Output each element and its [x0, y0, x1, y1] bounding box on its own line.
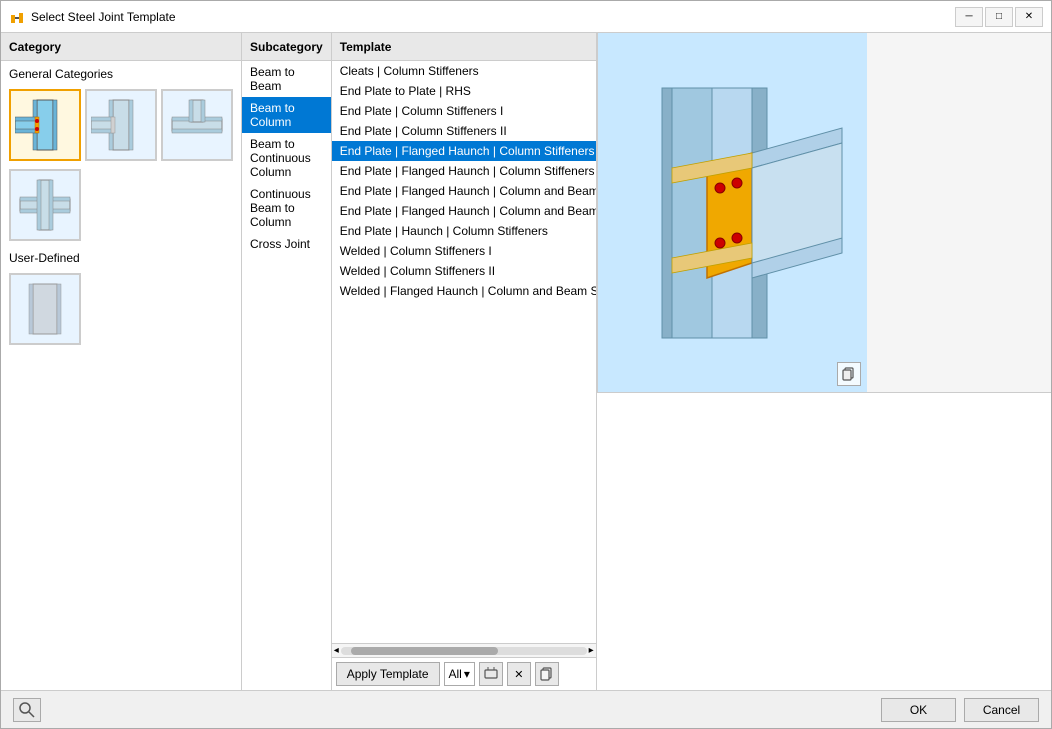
cancel-button[interactable]: Cancel	[964, 698, 1039, 722]
category-icons-row1	[1, 85, 241, 165]
template-actions: Apply Template All ▾ ✕	[332, 657, 596, 690]
category-header: Category	[1, 33, 241, 61]
right-stack: X Y Z	[597, 33, 1051, 690]
action-icon-copy[interactable]	[535, 662, 559, 686]
subcategory-item-cross-joint[interactable]: Cross Joint	[242, 233, 331, 255]
template-item-3[interactable]: End Plate | Column Stiffeners I	[332, 101, 596, 121]
preview-actions	[837, 362, 861, 386]
main-content: Category General Categories	[1, 33, 1051, 690]
subcategory-item-beam-to-column[interactable]: Beam to Column	[242, 97, 331, 133]
template-scrollbar[interactable]: ◂ ▸	[332, 643, 596, 657]
template-item-5[interactable]: End Plate | Flanged Haunch | Column Stif…	[332, 141, 596, 161]
template-panel: Template Cleats | Column Stiffeners End …	[332, 33, 597, 690]
action-icon-1[interactable]	[479, 662, 503, 686]
category-panel: Category General Categories	[1, 33, 242, 690]
dropdown-arrow: ▾	[464, 667, 470, 681]
preview-copy-button[interactable]	[837, 362, 861, 386]
title-controls: ─ □ ✕	[955, 7, 1043, 27]
window-title: Select Steel Joint Template	[31, 10, 955, 24]
template-item-11[interactable]: Welded | Column Stiffeners II	[332, 261, 596, 281]
template-item-12[interactable]: Welded | Flanged Haunch | Column and Bea…	[332, 281, 596, 301]
subcategory-panel: Subcategory Beam to Beam Beam to Column …	[242, 33, 332, 690]
subcategory-item-beam-to-continuous-column[interactable]: Beam to Continuous Column	[242, 133, 331, 183]
subcategory-item-continuous-beam-to-column[interactable]: Continuous Beam to Column	[242, 183, 331, 233]
subcategory-item-beam-to-beam[interactable]: Beam to Beam	[242, 61, 331, 97]
cat-icon-2-svg	[91, 95, 151, 155]
close-button[interactable]: ✕	[1015, 7, 1043, 27]
apply-template-button[interactable]: Apply Template	[336, 662, 440, 686]
preview-copy-icon	[842, 367, 856, 381]
cat-icon-3-svg	[167, 95, 227, 155]
template-item-4[interactable]: End Plate | Column Stiffeners II	[332, 121, 596, 141]
template-item-7[interactable]: End Plate | Flanged Haunch | Column and …	[332, 181, 596, 201]
scroll-left-arrow[interactable]: ◂	[334, 645, 341, 656]
window-icon	[9, 9, 25, 25]
action-icon-1-svg	[484, 667, 498, 681]
bottom-left-panel	[597, 393, 1051, 690]
user-defined-icon-1[interactable]	[9, 273, 81, 345]
template-item-8[interactable]: End Plate | Flanged Haunch | Column and …	[332, 201, 596, 221]
main-window: Select Steel Joint Template ─ □ ✕ Catego…	[0, 0, 1052, 729]
template-item-2[interactable]: End Plate to Plate | RHS	[332, 81, 596, 101]
category-icon-4[interactable]	[9, 169, 81, 241]
subcategory-header: Subcategory	[242, 33, 331, 61]
general-categories-label: General Categories	[1, 61, 241, 85]
action-icon-delete[interactable]: ✕	[507, 662, 531, 686]
action-icon-copy-svg	[540, 667, 554, 681]
category-icon-1[interactable]	[9, 89, 81, 161]
cat-icon-4-svg	[15, 175, 75, 235]
cat-icon-1-svg	[15, 95, 75, 155]
maximize-button[interactable]: □	[985, 7, 1013, 27]
template-header: Template	[332, 33, 596, 61]
template-item-6[interactable]: End Plate | Flanged Haunch | Column Stif…	[332, 161, 596, 181]
preview-3d-svg	[612, 68, 852, 358]
minimize-button[interactable]: ─	[955, 7, 983, 27]
category-icons-row2	[1, 165, 241, 245]
ok-button[interactable]: OK	[881, 698, 956, 722]
filter-label: All	[449, 667, 462, 681]
user-defined-icons-row	[1, 269, 241, 349]
search-button[interactable]	[13, 698, 41, 722]
title-bar: Select Steel Joint Template ─ □ ✕	[1, 1, 1051, 33]
bottom-row: X Y Z	[597, 393, 1051, 690]
template-list: Cleats | Column Stiffeners End Plate to …	[332, 61, 596, 643]
top-row	[597, 33, 1051, 393]
h-scrollbar-thumb[interactable]	[351, 647, 499, 655]
user-defined-label: User-Defined	[1, 245, 241, 269]
preview-top-right	[597, 33, 867, 392]
subcategory-list: Beam to Beam Beam to Column Beam to Cont…	[242, 61, 331, 690]
category-icon-3[interactable]	[161, 89, 233, 161]
filter-dropdown[interactable]: All ▾	[444, 662, 475, 686]
search-icon	[19, 702, 35, 718]
h-scrollbar-track[interactable]	[341, 647, 587, 655]
scroll-right-arrow[interactable]: ▸	[587, 645, 594, 656]
category-icon-2[interactable]	[85, 89, 157, 161]
template-item-1[interactable]: Cleats | Column Stiffeners	[332, 61, 596, 81]
bottom-bar: OK Cancel	[1, 690, 1051, 728]
template-item-9[interactable]: End Plate | Haunch | Column Stiffeners	[332, 221, 596, 241]
template-item-10[interactable]: Welded | Column Stiffeners I	[332, 241, 596, 261]
user-icon-1-svg	[15, 279, 75, 339]
